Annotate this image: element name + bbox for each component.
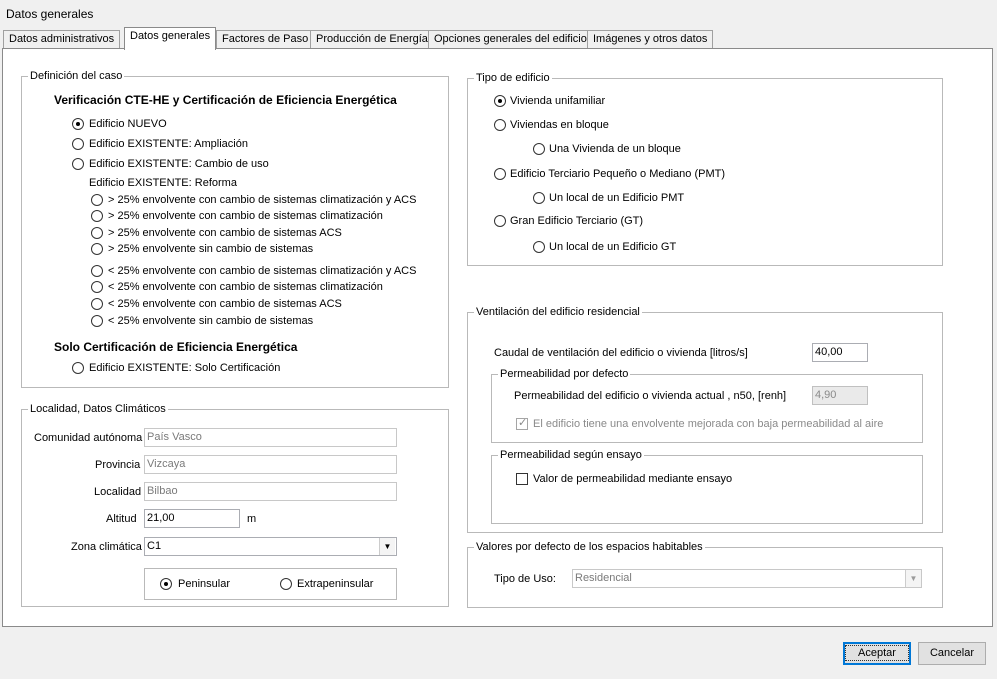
radio-cambio-uso[interactable] [72,158,84,170]
tab-produccion-energia[interactable]: Producción de Energía [310,30,434,48]
checkbox-valor-ensayo[interactable] [516,473,528,485]
label-reforma-4: > 25% envolvente sin cambio de sistemas [108,243,314,255]
radio-reforma-5[interactable] [91,265,103,277]
radio-reforma-1[interactable] [91,194,103,206]
label-reforma: Edificio EXISTENTE: Reforma [89,177,237,189]
tab-bar: Datos administrativos Datos generales Fa… [0,27,997,50]
label-edificio-nuevo: Edificio NUEVO [89,118,167,130]
label-reforma-1: > 25% envolvente con cambio de sistemas … [108,194,417,206]
altitud-field[interactable]: 21,00 [144,509,240,528]
comunidad-field[interactable]: País Vasco [144,428,397,447]
ventilacion-legend: Ventilación del edificio residencial [474,306,642,318]
radio-ampliacion[interactable] [72,138,84,150]
perm-defecto-legend: Permeabilidad por defecto [498,368,631,380]
label-solo-certificacion: Edificio EXISTENTE: Solo Certificación [89,362,281,374]
provincia-label: Provincia [95,459,141,471]
label-vivienda-unifamiliar: Vivienda unifamiliar [510,95,606,107]
radio-solo-certificacion[interactable] [72,362,84,374]
label-cambio-uso: Edificio EXISTENTE: Cambio de uso [89,158,269,170]
tipo-uso-value: Residencial [575,572,632,584]
tab-datos-administrativos[interactable]: Datos administrativos [3,30,121,48]
chevron-down-icon[interactable]: ▼ [379,538,395,555]
label-ampliacion: Edificio EXISTENTE: Ampliación [89,138,248,150]
localidad-label: Localidad [94,486,142,498]
localidad-group: Localidad, Datos Climáticos Comunidad au… [21,403,449,607]
radio-viviendas-bloque[interactable] [494,119,506,131]
label-reforma-8: < 25% envolvente sin cambio de sistemas [108,315,314,327]
peninsular-group: Peninsular Extrapeninsular [144,568,397,600]
zona-label: Zona climática [71,541,142,553]
radio-local-gt[interactable] [533,241,545,253]
radio-edificio-nuevo[interactable] [72,118,84,130]
valores-defecto-group: Valores por defecto de los espacios habi… [467,541,943,608]
solo-cert-heading: Solo Certificación de Eficiencia Energét… [54,340,298,354]
tipo-edificio-legend: Tipo de edificio [474,72,552,84]
tipo-edificio-group: Tipo de edificio Vivienda unifamiliar Vi… [467,72,943,266]
tipo-uso-label: Tipo de Uso: [494,573,556,585]
aceptar-button-label: Aceptar [845,645,909,661]
radio-peninsular[interactable] [160,578,172,590]
label-reforma-6: < 25% envolvente con cambio de sistemas … [108,281,383,293]
radio-reforma-2[interactable] [91,210,103,222]
label-reforma-3: > 25% envolvente con cambio de sistemas … [108,227,342,239]
radio-terciario-pmt[interactable] [494,168,506,180]
radio-extrapeninsular[interactable] [280,578,292,590]
ventilacion-group: Ventilación del edificio residencial Cau… [467,306,943,533]
label-reforma-2: > 25% envolvente con cambio de sistemas … [108,210,383,222]
localidad-legend: Localidad, Datos Climáticos [28,403,168,415]
label-reforma-5: < 25% envolvente con cambio de sistemas … [108,265,417,277]
radio-una-vivienda[interactable] [533,143,545,155]
altitud-unit: m [247,513,257,525]
label-extrapeninsular: Extrapeninsular [297,578,374,590]
definicion-caso-group: Definición del caso Verificación CTE-HE … [21,70,449,388]
tab-datos-generales[interactable]: Datos generales [124,27,217,50]
radio-gran-terciario[interactable] [494,215,506,227]
label-local-pmt: Un local de un Edificio PMT [549,192,685,204]
chevron-down-icon[interactable]: ▼ [905,570,921,587]
perm-ensayo-legend: Permeabilidad según ensayo [498,449,644,461]
aceptar-button[interactable]: Aceptar [843,642,911,665]
perm-ensayo-group: Permeabilidad según ensayo Valor de perm… [491,449,923,524]
zona-select-value: C1 [147,540,162,552]
label-reforma-7: < 25% envolvente con cambio de sistemas … [108,298,342,310]
label-valor-ensayo: Valor de permeabilidad mediante ensayo [533,473,733,485]
radio-reforma-4[interactable] [91,243,103,255]
radio-reforma-7[interactable] [91,298,103,310]
comunidad-label: Comunidad autónoma [34,432,143,444]
window-title: Datos generales [6,7,94,21]
caudal-field[interactable]: 40,00 [812,343,868,362]
label-terciario-pmt: Edificio Terciario Pequeño o Mediano (PM… [510,168,726,180]
tipo-uso-select[interactable]: Residencial [572,569,922,588]
radio-reforma-6[interactable] [91,281,103,293]
perm-defecto-group: Permeabilidad por defecto Permeabilidad … [491,368,923,443]
label-envolvente-mejorada: El edificio tiene una envolvente mejorad… [533,418,884,430]
radio-reforma-8[interactable] [91,315,103,327]
label-peninsular: Peninsular [178,578,230,590]
perm-field[interactable]: 4,90 [812,386,868,405]
label-local-gt: Un local de un Edificio GT [549,241,677,253]
tab-opciones-generales[interactable]: Opciones generales del edificio [428,30,593,48]
tab-imagenes-otros[interactable]: Imágenes y otros datos [587,30,714,48]
cancelar-button[interactable]: Cancelar [918,642,986,665]
localidad-field[interactable]: Bilbao [144,482,397,501]
perm-label: Permeabilidad del edificio o vivienda ac… [514,390,787,402]
label-una-vivienda: Una Vivienda de un bloque [549,143,681,155]
label-gran-terciario: Gran Edificio Terciario (GT) [510,215,644,227]
label-viviendas-bloque: Viviendas en bloque [510,119,609,131]
provincia-field[interactable]: Vizcaya [144,455,397,474]
caudal-label: Caudal de ventilación del edificio o viv… [494,347,748,359]
valores-defecto-legend: Valores por defecto de los espacios habi… [474,541,705,553]
verif-heading: Verificación CTE-HE y Certificación de E… [54,93,397,107]
radio-vivienda-unifamiliar[interactable] [494,95,506,107]
altitud-label: Altitud [106,513,137,525]
tab-panel: Definición del caso Verificación CTE-HE … [2,48,993,627]
tab-factores-de-paso[interactable]: Factores de Paso [216,30,315,48]
radio-reforma-3[interactable] [91,227,103,239]
radio-local-pmt[interactable] [533,192,545,204]
zona-select[interactable]: C1 [144,537,397,556]
checkbox-envolvente-mejorada[interactable] [516,416,528,430]
definicion-caso-legend: Definición del caso [28,70,125,82]
